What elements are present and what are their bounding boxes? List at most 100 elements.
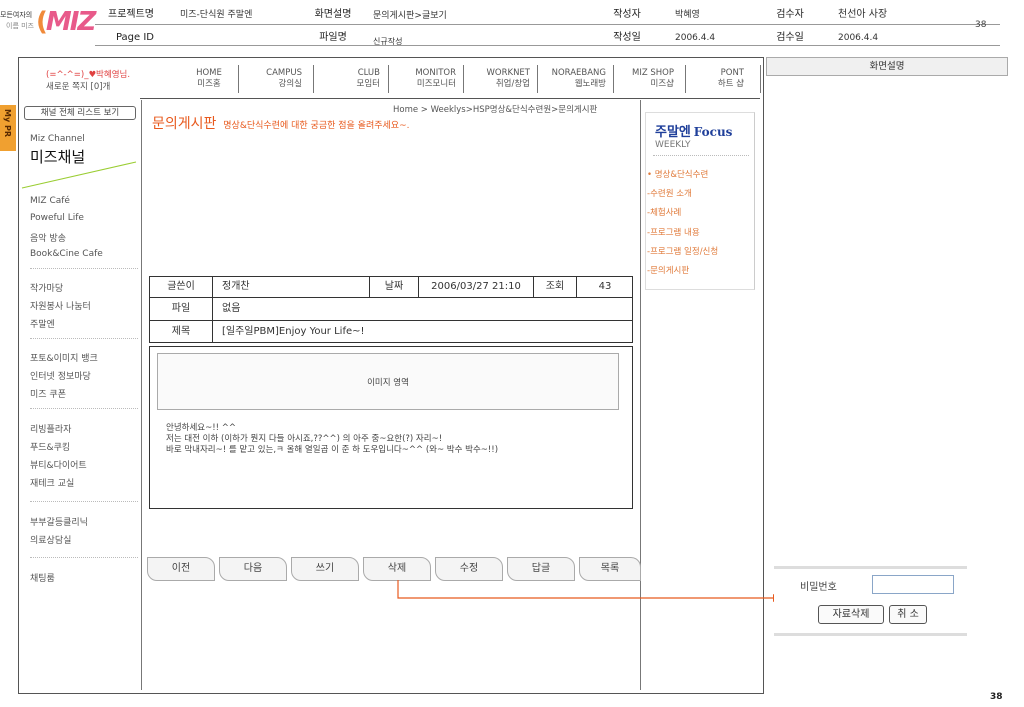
- board-title-text: 문의게시판: [152, 116, 217, 132]
- sidebar-book-cine[interactable]: Book&Cine Cafe: [30, 249, 103, 259]
- file-label: 파일명: [319, 32, 347, 43]
- views-field-label: 조회: [545, 281, 565, 292]
- subject-field-value: [일주일PBM]Enjoy Your Life~!: [222, 326, 365, 337]
- image-area-label: 이미지 영역: [367, 378, 409, 388]
- sidebar-couple-clinic[interactable]: 부부갈등클리닉: [30, 515, 88, 528]
- nav-noraebang-ko: 웹노래방: [574, 79, 606, 89]
- cancel-button[interactable]: 취 소: [889, 605, 927, 624]
- image-area: 이미지 영역: [157, 353, 619, 410]
- my-pr-tab[interactable]: My PR: [0, 105, 16, 151]
- logo-mark: (MIZ: [36, 7, 96, 37]
- sidebar-medical[interactable]: 의료상담실: [30, 533, 71, 546]
- sidebar-finance[interactable]: 재테크 교실: [30, 476, 74, 489]
- nav-home-en: HOME: [196, 68, 222, 78]
- nav-noraebang[interactable]: NORAEBANG 웹노래방: [540, 68, 606, 90]
- views-field-value: 43: [598, 281, 612, 292]
- review-date-label: 검수일: [776, 32, 804, 43]
- nav-worknet-en: WORKNET: [486, 68, 531, 78]
- next-button[interactable]: 다음: [219, 557, 287, 581]
- logo-mark-text: MIZ: [45, 7, 96, 37]
- screen-label: 화면설명: [314, 9, 352, 20]
- nav-noraebang-en: NORAEBANG: [551, 68, 606, 78]
- sidebar-chat[interactable]: 채팅룸: [30, 571, 55, 584]
- nav-divider: [140, 98, 760, 99]
- prev-button[interactable]: 이전: [147, 557, 215, 581]
- user-greeting: (=^-^=)_♥박혜영님.: [46, 70, 131, 80]
- date-label: 작성일: [613, 32, 641, 43]
- sidebar-coupon[interactable]: 미즈 쿠폰: [30, 387, 66, 400]
- sidebar-internet-info[interactable]: 인터넷 정보마당: [30, 369, 91, 382]
- date-value: 2006.4.4: [675, 33, 716, 43]
- sidebar-food[interactable]: 푸드&쿠킹: [30, 440, 70, 453]
- channel-sub-title: Miz Channel: [30, 134, 85, 144]
- password-label: 비밀번호: [800, 582, 837, 593]
- sidebar-music[interactable]: 음악 방송: [30, 231, 66, 244]
- footer-page-number: 38: [990, 692, 1003, 702]
- project-value: 미즈-단식원 주말엔: [180, 10, 253, 20]
- sidebar-photo-bank[interactable]: 포토&이미지 뱅크: [30, 351, 98, 364]
- connector-arrow: [397, 580, 781, 602]
- password-input[interactable]: [872, 575, 954, 594]
- reviewer-value: 천선아 사장: [838, 9, 888, 20]
- sidebar-miz-cafe[interactable]: MIZ Café: [30, 196, 70, 206]
- focus-title: 주말엔 Focus: [655, 121, 732, 140]
- date-field-label: 날짜: [384, 281, 404, 292]
- message-count[interactable]: 새로운 쪽지 [0]개: [46, 80, 110, 92]
- nav-club-ko: 모임터: [356, 79, 380, 89]
- nav-campus-ko: 강의실: [278, 79, 302, 89]
- post-body-line: 저는 대전 이하 (이하가 뭔지 다들 아시죠,??^^) 의 아주 중~요한(…: [166, 434, 443, 444]
- nav-worknet[interactable]: WORKNET 취업/창업: [470, 68, 531, 90]
- board-title: 문의게시판 명상&단식수련에 대한 궁금한 점을 올려주세요~.: [152, 113, 409, 133]
- focus-link-meditation[interactable]: • 명상&단식수련: [647, 168, 708, 180]
- channel-list-button[interactable]: 채널 전체 리스트 보기: [24, 106, 136, 120]
- author-value: 박혜영: [675, 10, 700, 20]
- description-panel-title: 화면설명: [869, 61, 905, 72]
- sidebar-weekend[interactable]: 주말엔: [30, 317, 55, 330]
- sidebar-powerful-life[interactable]: Poweful Life: [30, 213, 84, 223]
- focus-link-program[interactable]: -프로그램 내용: [647, 226, 700, 238]
- subject-field-label: 제목: [171, 326, 191, 337]
- logo-tagline-2: 이름 미즈: [6, 22, 34, 30]
- logo: 모든여자의 이름 미즈 (MIZ: [0, 7, 96, 38]
- nav-pont-ko: 하트 샵: [717, 79, 744, 89]
- focus-title-en: Focus: [693, 125, 733, 139]
- file-field-label: 파일: [171, 303, 191, 314]
- date-field-value: 2006/03/27 21:10: [431, 281, 521, 292]
- nav-club[interactable]: CLUB 모임터: [330, 68, 380, 90]
- focus-link-schedule[interactable]: -프로그램 일정/신청: [647, 245, 718, 257]
- nav-miz-shop[interactable]: MIZ SHOP 미즈샵: [622, 68, 674, 90]
- nav-campus[interactable]: CAMPUS 강의실: [250, 68, 302, 90]
- nav-home-ko: 미즈홈: [197, 79, 221, 89]
- post-body-text: 안녕하세요~!! ^^ 저는 대전 이하 (이하가 뭔지 다들 아시죠,??^^…: [166, 423, 498, 456]
- focus-link-stories[interactable]: -체험사례: [647, 206, 681, 218]
- project-label: 프로젝트명: [108, 9, 154, 20]
- nav-monitor-en: MONITOR: [415, 68, 456, 78]
- sidebar-writers[interactable]: 작가마당: [30, 281, 63, 294]
- author-field-value: 정개찬: [222, 281, 250, 292]
- write-button[interactable]: 쓰기: [291, 557, 359, 581]
- sidebar-volunteer[interactable]: 자원봉사 나눔터: [30, 299, 91, 312]
- nav-miz-shop-ko: 미즈샵: [650, 79, 674, 89]
- sidebar-living[interactable]: 리빙플라자: [30, 422, 71, 435]
- nav-home[interactable]: HOME 미즈홈: [186, 68, 232, 90]
- post-body-line: 안녕하세요~!! ^^: [166, 423, 236, 433]
- nav-campus-en: CAMPUS: [266, 68, 302, 78]
- nav-pont[interactable]: PONT 하트 샵: [700, 68, 744, 90]
- my-pr-label: My PR: [3, 109, 12, 137]
- page-id-label: Page ID: [115, 32, 154, 43]
- post-body-line: 바로 막내자리~! 를 맡고 있는,ㅋ 올해 열일곱 이 준 하 도우입니다~^…: [166, 445, 499, 455]
- review-date-value: 2006.4.4: [838, 33, 879, 43]
- file-field-value: 없음: [222, 303, 241, 314]
- author-label: 작성자: [613, 9, 641, 20]
- confirm-delete-button[interactable]: 자료삭제: [818, 605, 884, 624]
- page-number: 38: [975, 20, 987, 30]
- nav-pont-en: PONT: [720, 68, 744, 78]
- sidebar-beauty[interactable]: 뷰티&다이어트: [30, 458, 87, 471]
- author-field-label: 글쓴이: [167, 281, 195, 292]
- nav-monitor[interactable]: MONITOR 미즈모니터: [396, 68, 456, 90]
- logo-tagline-1: 모든여자의: [0, 11, 33, 19]
- focus-link-qna[interactable]: -문의게시판: [647, 264, 689, 276]
- nav-club-en: CLUB: [357, 68, 380, 78]
- focus-link-intro[interactable]: -수련원 소개: [647, 187, 692, 199]
- screen-value: 문의게시판>글보기: [373, 11, 447, 21]
